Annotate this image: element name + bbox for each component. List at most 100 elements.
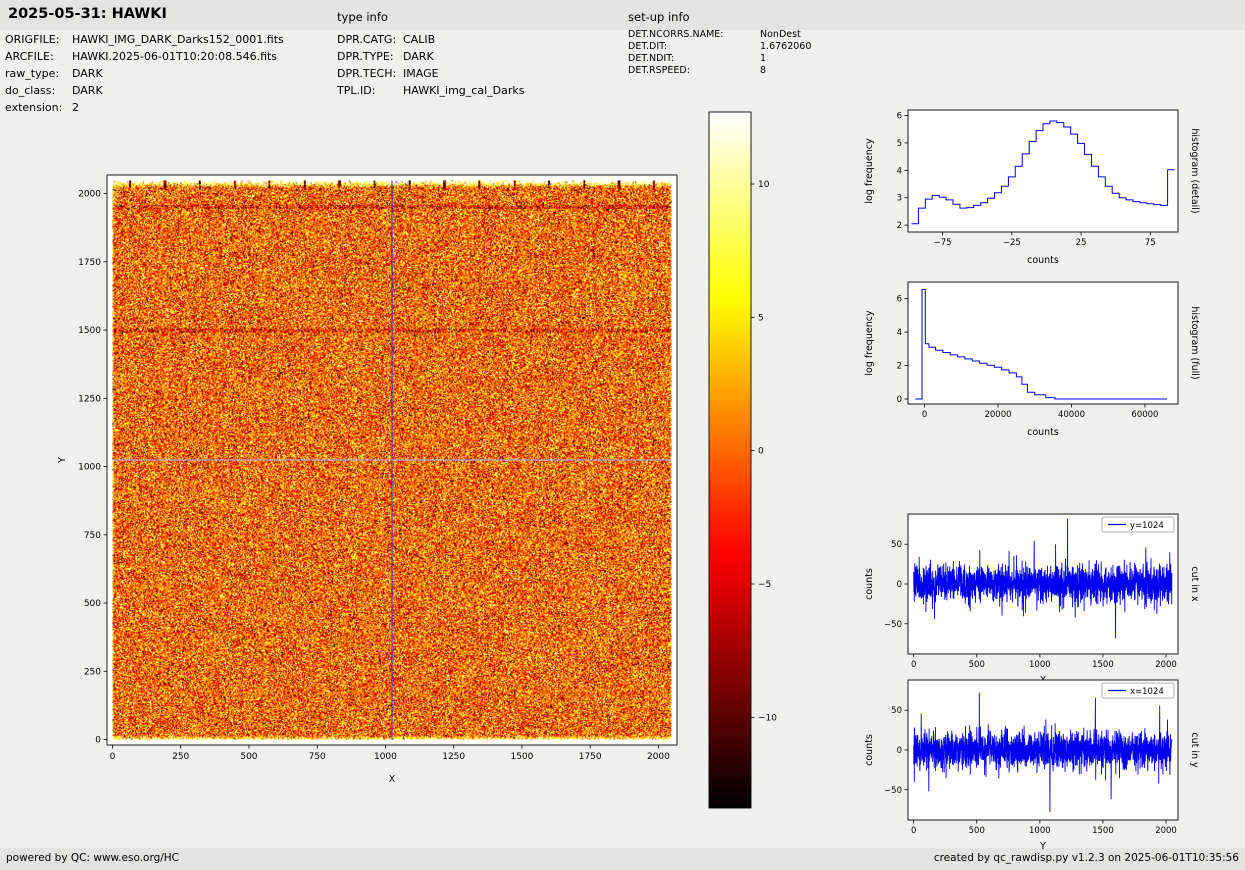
svg-text:1000: 1000 — [78, 463, 101, 473]
meta-label: DET.RSPEED: — [628, 66, 760, 77]
svg-text:500: 500 — [969, 826, 985, 836]
meta-value: HAWKI_img_cal_Darks — [403, 85, 524, 98]
meta-value: CALIB — [403, 34, 435, 47]
svg-text:2: 2 — [897, 221, 902, 231]
svg-text:−50: −50 — [884, 620, 902, 630]
legend-label: y=1024 — [1130, 521, 1164, 531]
histogram-detail-plot: −75−25257523456countslog frequencyhistog… — [850, 96, 1230, 276]
header-bar: 2025-05-31: HAWKI type info set-up info — [0, 0, 1245, 30]
y-axis-label: log frequency — [864, 138, 875, 204]
svg-text:0: 0 — [897, 580, 902, 590]
meta-row: DET.DIT:1.6762060 — [628, 42, 811, 53]
svg-text:−5: −5 — [758, 580, 771, 590]
histogram-full-plot: 02000040000600000246countslog frequencyh… — [850, 268, 1230, 448]
svg-text:−25: −25 — [1003, 238, 1021, 248]
histogram-detail-svg: −75−25257523456countslog frequencyhistog… — [850, 96, 1230, 276]
svg-text:1000: 1000 — [1029, 826, 1051, 836]
svg-text:−50: −50 — [884, 786, 902, 796]
meta-row: raw_type:DARK — [5, 68, 284, 81]
meta-row: DET.RSPEED:8 — [628, 66, 811, 77]
svg-text:250: 250 — [172, 752, 189, 762]
svg-text:0: 0 — [897, 746, 902, 756]
meta-label: DET.NCORRS.NAME: — [628, 30, 760, 41]
colorbar-svg: 10 5 0 −5 −10 — [701, 106, 796, 818]
meta-label: do_class: — [5, 85, 72, 98]
meta-label: DPR.TYPE: — [337, 51, 403, 64]
histogram-full-svg: 02000040000600000246countslog frequencyh… — [850, 268, 1230, 448]
meta-value: NonDest — [760, 30, 801, 41]
meta-label: DPR.TECH: — [337, 68, 403, 81]
svg-text:6: 6 — [897, 295, 902, 305]
y-axis-label: Y — [57, 457, 68, 464]
page-title: 2025-05-31: HAWKI — [8, 6, 167, 22]
meta-row: TPL.ID:HAWKI_img_cal_Darks — [337, 85, 524, 98]
meta-value: 8 — [760, 66, 766, 77]
svg-text:10: 10 — [758, 180, 770, 190]
meta-label: TPL.ID: — [337, 85, 403, 98]
right-side-label: histogram (detail) — [1189, 128, 1200, 213]
meta-value: DARK — [72, 68, 103, 81]
meta-value: 2 — [72, 102, 79, 115]
meta-row: ORIGFILE:HAWKI_IMG_DARK_Darks152_0001.fi… — [5, 34, 284, 47]
meta-row: DPR.TECH:IMAGE — [337, 68, 524, 81]
svg-text:−75: −75 — [934, 238, 952, 248]
detector-image-svg: 0250500750100012501500175020000250500750… — [40, 140, 740, 800]
meta-value: DARK — [72, 85, 103, 98]
meta-label: DET.DIT: — [628, 42, 760, 53]
y-axis-label: log frequency — [864, 310, 875, 376]
footer-qc-link-text: powered by QC: www.eso.org/HC — [6, 852, 179, 864]
y-axis-label: counts — [864, 734, 875, 766]
svg-text:2000: 2000 — [1155, 826, 1177, 836]
meta-value: HAWKI_IMG_DARK_Darks152_0001.fits — [72, 34, 284, 47]
svg-text:20000: 20000 — [984, 410, 1011, 420]
svg-text:4: 4 — [897, 166, 902, 176]
x-axis-label: counts — [1027, 255, 1059, 266]
svg-text:50: 50 — [891, 706, 902, 716]
meta-label: ARCFILE: — [5, 51, 72, 64]
meta-value: 1.6762060 — [760, 42, 811, 53]
meta-row: do_class:DARK — [5, 85, 284, 98]
svg-text:0: 0 — [897, 395, 902, 405]
meta-value: HAWKI.2025-06-01T10:20:08.546.fits — [72, 51, 277, 64]
meta-row: DET.NDIT:1 — [628, 54, 811, 65]
svg-text:5: 5 — [758, 313, 764, 323]
x-axis-label: Y — [1039, 841, 1046, 852]
svg-text:4: 4 — [897, 328, 902, 338]
svg-text:25: 25 — [1076, 238, 1087, 248]
svg-text:750: 750 — [309, 752, 326, 762]
cut-in-y-plot: 0500100015002000−50050Ycountscut in yx=1… — [850, 668, 1230, 868]
svg-text:2000: 2000 — [647, 752, 670, 762]
meta-row: DPR.TYPE:DARK — [337, 51, 524, 64]
svg-text:0: 0 — [922, 410, 927, 420]
right-side-label: cut in x — [1189, 566, 1200, 602]
svg-text:0: 0 — [758, 447, 764, 457]
svg-text:500: 500 — [84, 599, 101, 609]
svg-text:75: 75 — [1145, 238, 1156, 248]
meta-row: DET.NCORRS.NAME:NonDest — [628, 30, 811, 41]
svg-text:0: 0 — [110, 752, 116, 762]
svg-text:1750: 1750 — [78, 258, 101, 268]
svg-text:0: 0 — [911, 826, 916, 836]
svg-text:0: 0 — [95, 736, 101, 746]
svg-text:−10: −10 — [758, 713, 777, 723]
colorbar-gradient — [709, 112, 751, 808]
meta-label: raw_type: — [5, 68, 72, 81]
y-axis-label: counts — [864, 568, 875, 600]
meta-value: DARK — [403, 51, 434, 64]
svg-text:50: 50 — [891, 540, 902, 550]
svg-text:2000: 2000 — [78, 190, 101, 200]
svg-text:1250: 1250 — [442, 752, 465, 762]
svg-text:1000: 1000 — [374, 752, 397, 762]
detector-image-plot: 0250500750100012501500175020000250500750… — [40, 140, 740, 800]
meta-label: extension: — [5, 102, 72, 115]
svg-text:1500: 1500 — [510, 752, 533, 762]
svg-text:6: 6 — [897, 111, 902, 121]
meta-row: ARCFILE:HAWKI.2025-06-01T10:20:08.546.fi… — [5, 51, 284, 64]
setup-info-block: DET.NCORRS.NAME:NonDestDET.DIT:1.6762060… — [628, 30, 811, 78]
svg-text:3: 3 — [897, 194, 902, 204]
meta-label: DET.NDIT: — [628, 54, 760, 65]
svg-text:1750: 1750 — [579, 752, 602, 762]
qc-report-page: 2025-05-31: HAWKI type info set-up info … — [0, 0, 1245, 870]
svg-text:40000: 40000 — [1058, 410, 1085, 420]
legend-label: x=1024 — [1130, 687, 1164, 697]
